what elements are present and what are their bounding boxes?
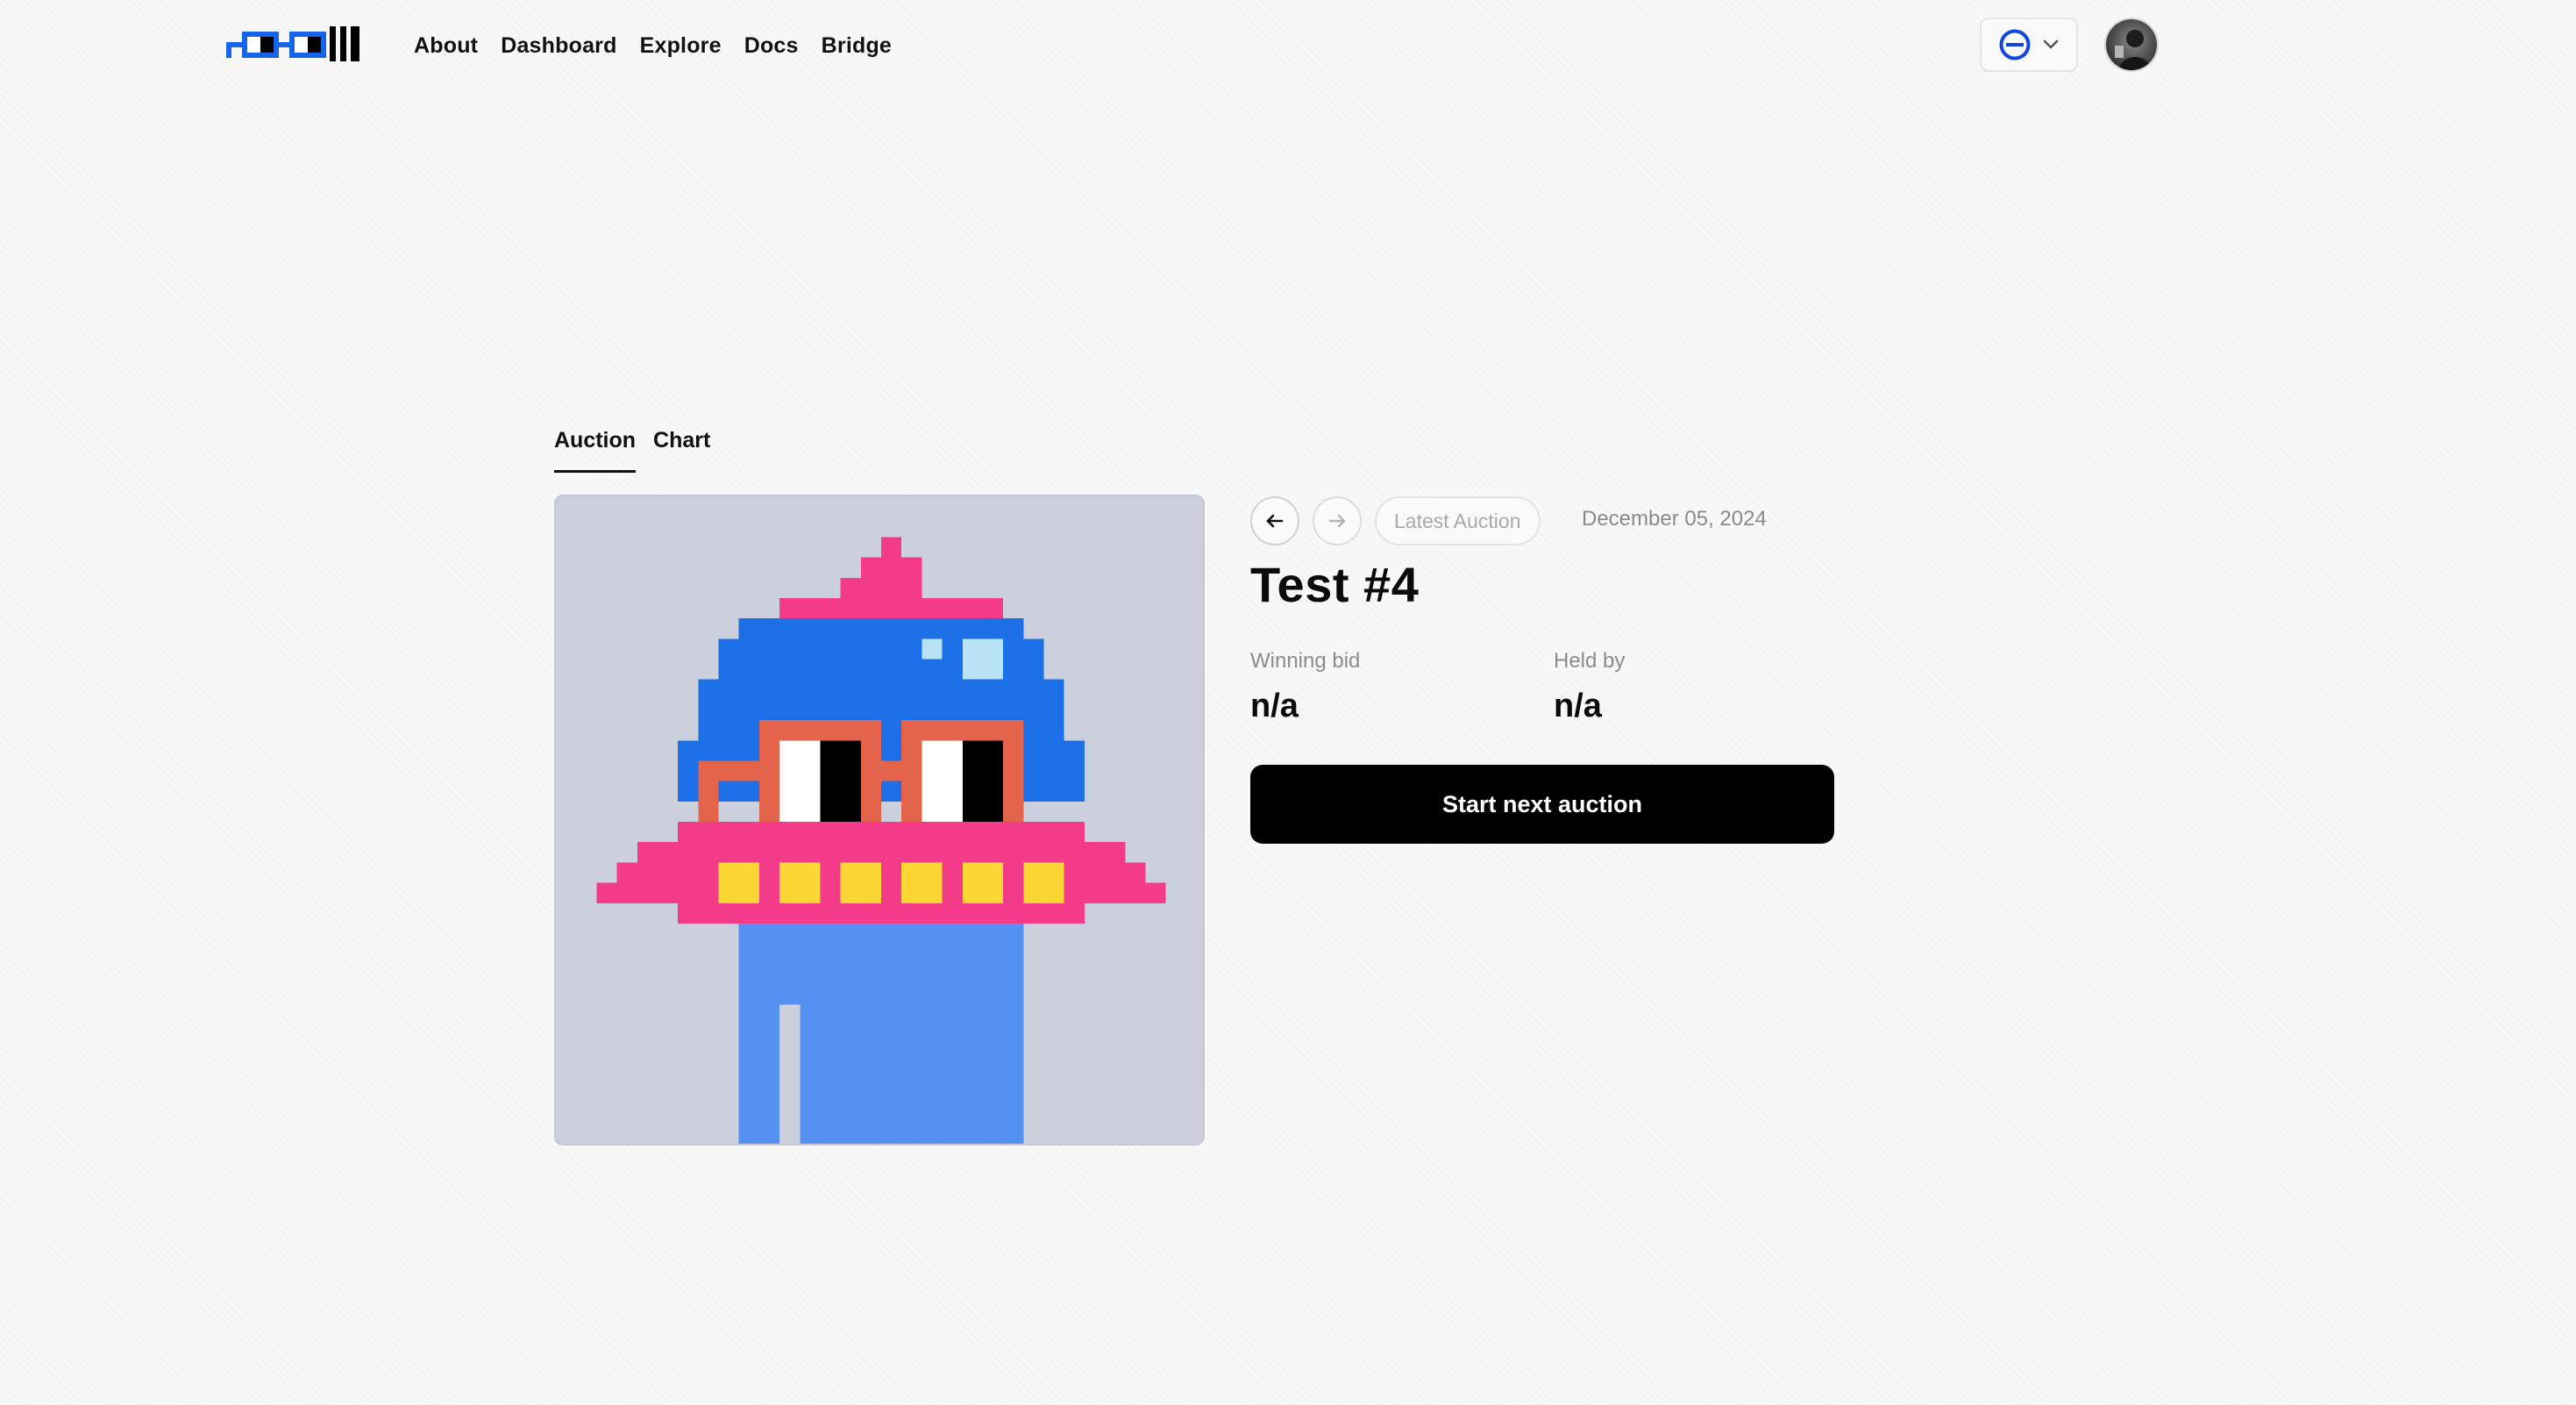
nav-explore-link[interactable]: Explore bbox=[640, 33, 722, 59]
next-auction-button[interactable] bbox=[1313, 496, 1362, 546]
nav-about-link[interactable]: About bbox=[414, 33, 478, 59]
tab-chart[interactable]: Chart bbox=[653, 428, 710, 473]
auction-date: December 05, 2024 bbox=[1582, 507, 1767, 531]
avatar-image bbox=[2106, 19, 2157, 70]
nav-dashboard-link[interactable]: Dashboard bbox=[501, 33, 616, 59]
nft-artwork bbox=[554, 495, 1205, 1145]
main-nav: About Dashboard Explore Docs Bridge bbox=[414, 30, 892, 61]
nav-docs-link[interactable]: Docs bbox=[744, 33, 799, 59]
tab-auction[interactable]: Auction bbox=[554, 428, 637, 473]
winning-bid-value: n/a bbox=[1250, 688, 1299, 724]
held-by-value: n/a bbox=[1554, 688, 1602, 724]
previous-auction-button[interactable] bbox=[1250, 496, 1299, 546]
held-by-label: Held by bbox=[1554, 649, 1626, 673]
top-header: About Dashboard Explore Docs Bridge bbox=[0, 0, 2576, 91]
avatar[interactable] bbox=[2104, 18, 2159, 72]
start-next-auction-button[interactable]: Start next auction bbox=[1250, 765, 1834, 844]
pixel-character-image bbox=[556, 496, 1203, 1144]
chain-selector-button[interactable] bbox=[1980, 18, 2078, 72]
logo-icon[interactable] bbox=[226, 26, 359, 63]
chevron-down-icon bbox=[2043, 39, 2059, 49]
latest-auction-button[interactable]: Latest Auction bbox=[1375, 496, 1541, 546]
page: About Dashboard Explore Docs Bridge Auct… bbox=[0, 0, 2576, 1405]
nav-bridge-link[interactable]: Bridge bbox=[822, 33, 892, 59]
chain-icon bbox=[1999, 29, 2031, 61]
arrow-left-icon bbox=[1266, 514, 1284, 528]
auction-title: Test #4 bbox=[1250, 557, 1420, 612]
arrow-right-icon bbox=[1328, 514, 1346, 528]
view-tabs: Auction Chart bbox=[554, 428, 710, 473]
winning-bid-label: Winning bid bbox=[1250, 649, 1361, 673]
